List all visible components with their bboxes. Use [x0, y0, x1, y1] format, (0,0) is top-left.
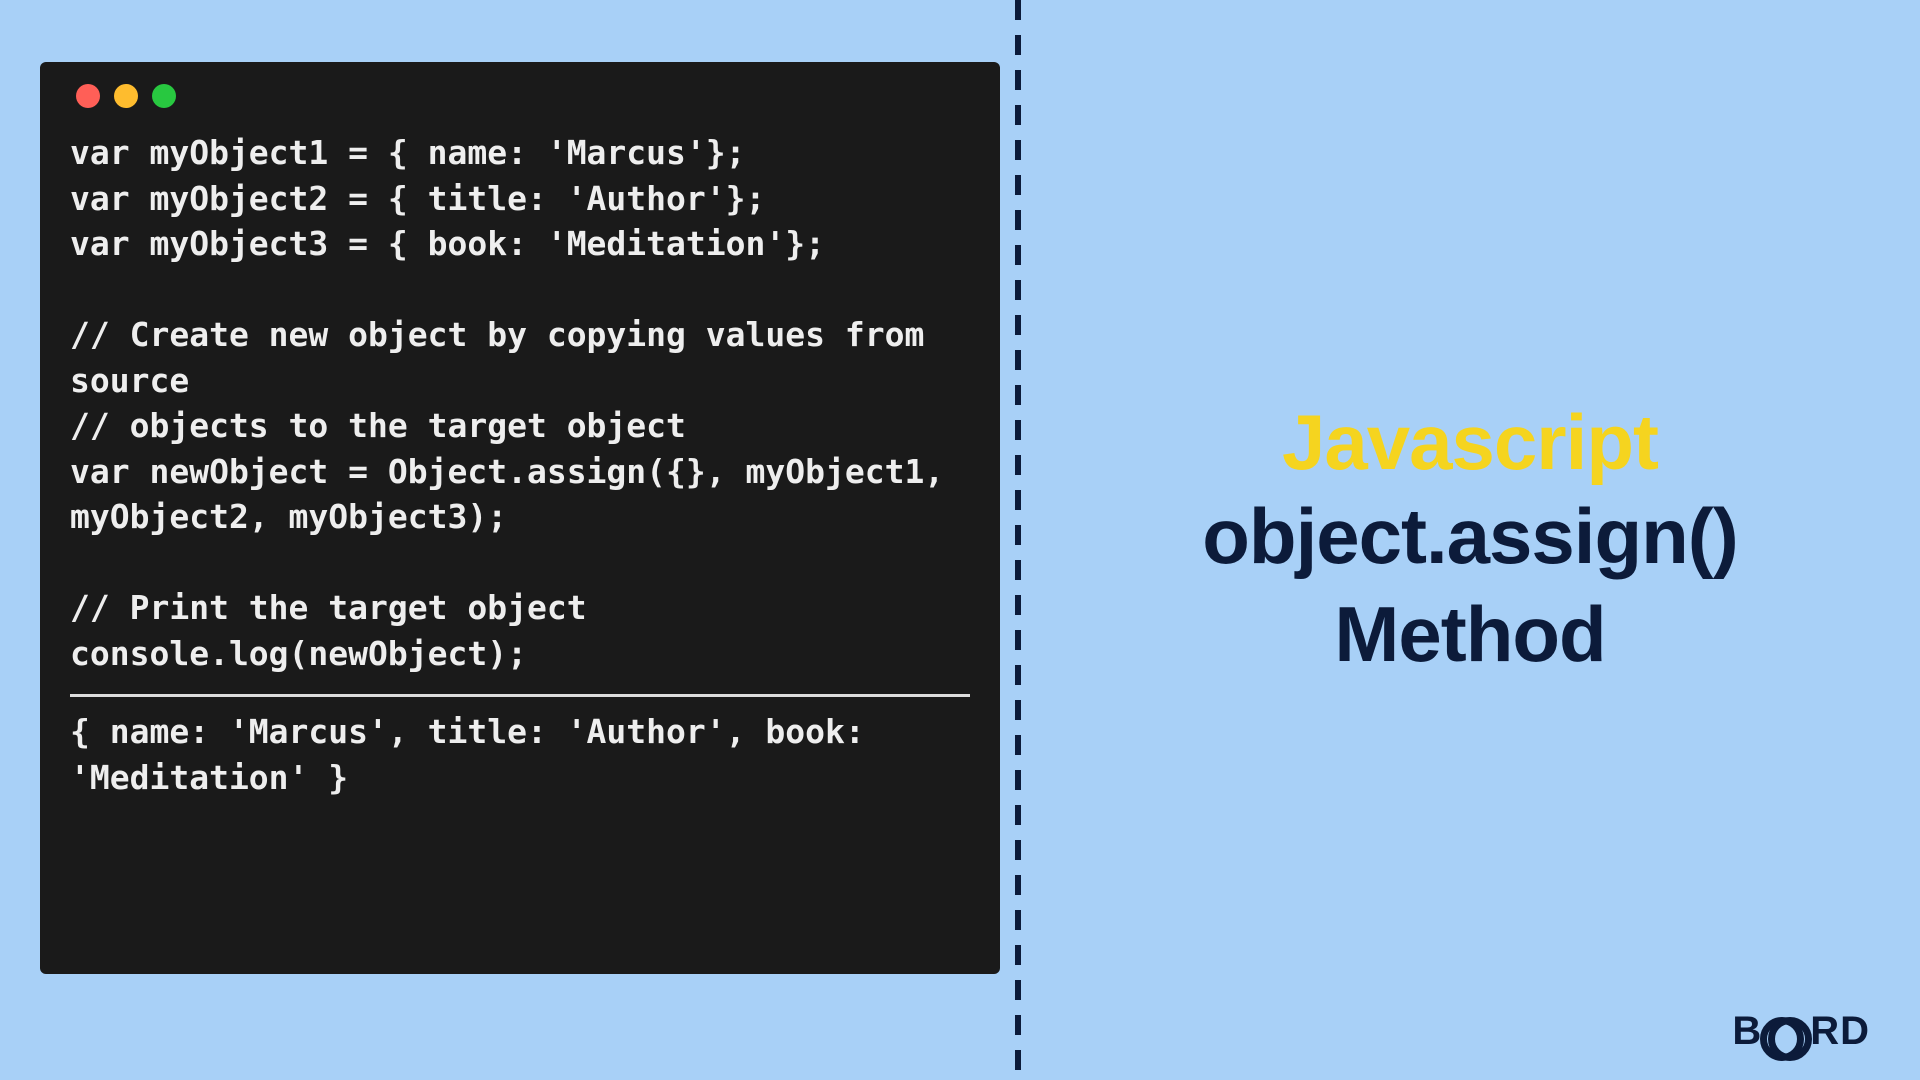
title-line-3: Method — [1334, 586, 1605, 684]
brand-logo: B RD — [1732, 1009, 1870, 1054]
brand-prefix: B — [1732, 1009, 1762, 1054]
title-line-2: object.assign() — [1202, 488, 1737, 586]
vertical-dashed-divider — [1015, 0, 1021, 1080]
minimize-icon — [114, 84, 138, 108]
title-panel: Javascript object.assign() Method — [1030, 0, 1910, 1080]
window-controls — [70, 84, 970, 108]
close-icon — [76, 84, 100, 108]
title-line-1: Javascript — [1282, 397, 1658, 488]
code-content: var myObject1 = { name: 'Marcus'}; var m… — [70, 130, 970, 676]
maximize-icon — [152, 84, 176, 108]
output-divider — [70, 694, 970, 697]
code-output: { name: 'Marcus', title: 'Author', book:… — [70, 709, 970, 800]
infinity-icon — [1760, 1017, 1812, 1047]
brand-suffix: RD — [1810, 1009, 1870, 1054]
code-window: var myObject1 = { name: 'Marcus'}; var m… — [40, 62, 1000, 974]
